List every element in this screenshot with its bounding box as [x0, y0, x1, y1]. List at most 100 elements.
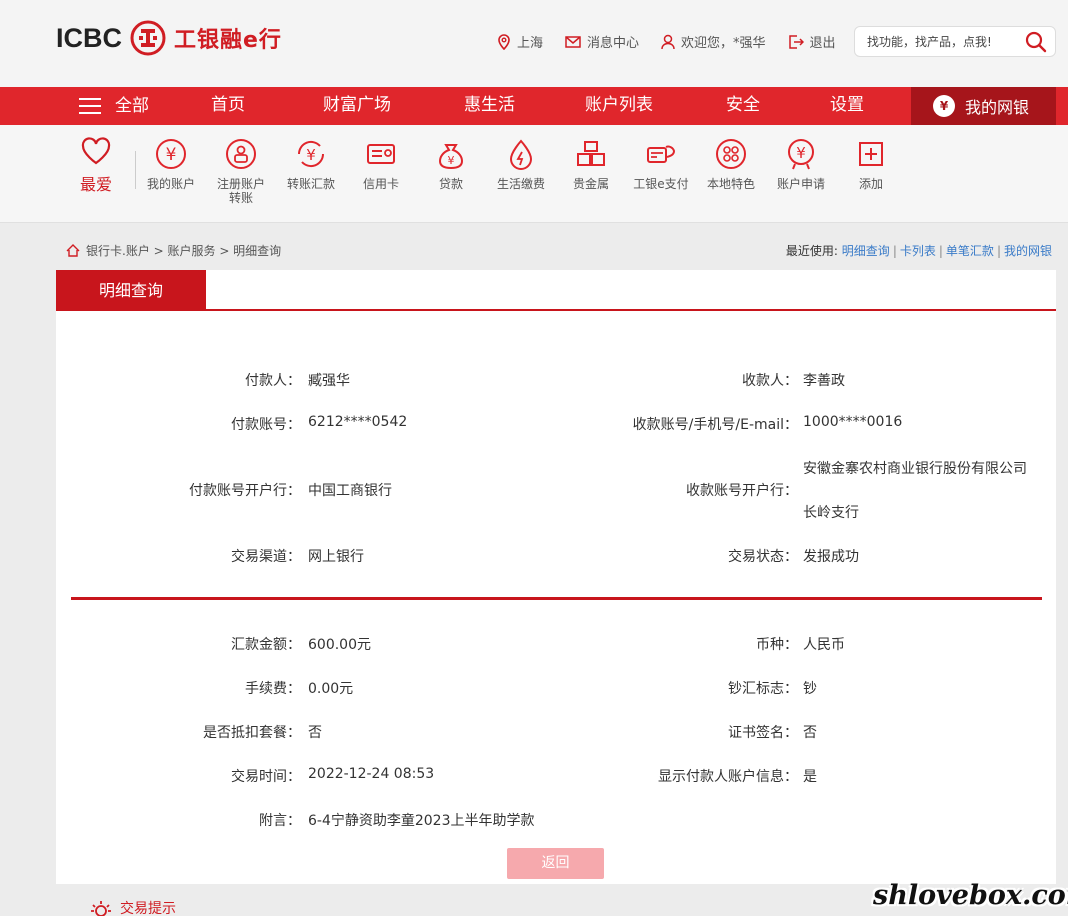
- transaction-tips[interactable]: 交易提示: [90, 898, 176, 916]
- amount-value: 600.00元: [308, 637, 371, 653]
- fee-label: 手续费：: [245, 681, 301, 697]
- favorites[interactable]: 最爱: [78, 137, 114, 195]
- user-welcome[interactable]: 欢迎您，*强华: [661, 32, 766, 51]
- payee-value: 李善政: [803, 373, 845, 389]
- nav-home[interactable]: 首页: [211, 87, 245, 125]
- quick-my-account[interactable]: ¥ 我的账户: [136, 137, 206, 191]
- quick-account-apply[interactable]: ¥ 账户申请: [766, 137, 836, 191]
- breadcrumb-path[interactable]: 银行卡.账户 > 账户服务 > 明细查询: [86, 242, 281, 259]
- recently-used: 最近使用: 明细查询 | 卡列表 | 单笔汇款 | 我的网银: [785, 244, 1052, 258]
- quick-label: 工银e支付: [633, 177, 689, 191]
- quick-transfer[interactable]: ¥ 转账汇款: [276, 137, 346, 191]
- nav-settings[interactable]: 设置: [830, 87, 864, 125]
- nav-all-menu[interactable]: 全部: [79, 87, 149, 125]
- home-icon[interactable]: [66, 244, 80, 257]
- logout-label: 退出: [809, 36, 836, 51]
- search-icon[interactable]: [1025, 31, 1047, 53]
- quick-label: 生活缴费: [496, 177, 545, 191]
- payee-account-label: 收款账号/手机号/E-mail：: [632, 417, 798, 433]
- top-header: ICBC 工银融e行 上海 消息中心 欢迎您，*强华 退出: [0, 0, 1068, 87]
- payer-bank-value: 中国工商银行: [308, 483, 392, 499]
- amount-label: 汇款金额：: [231, 637, 301, 653]
- quick-local[interactable]: 本地特色: [696, 137, 766, 191]
- nav-life[interactable]: 惠生活: [464, 87, 515, 125]
- payer-account-value: 6212****0542: [308, 414, 408, 430]
- epay-icon: [647, 145, 676, 163]
- svg-text:¥: ¥: [448, 154, 455, 167]
- logout-icon: [788, 34, 804, 49]
- money-bag-icon: ¥: [933, 95, 955, 117]
- breadcrumb: 银行卡.账户 > 账户服务 > 明细查询: [66, 242, 281, 259]
- section-divider: [71, 597, 1042, 600]
- messages-label: 消息中心: [587, 36, 640, 51]
- my-bank-label: 我的网银: [965, 98, 1030, 117]
- back-button[interactable]: 返回: [507, 848, 604, 879]
- quick-epay[interactable]: 工银e支付: [626, 137, 696, 191]
- credit-card-icon: [367, 144, 395, 164]
- utility-drop-icon: [509, 139, 533, 170]
- user-icon: [661, 34, 675, 49]
- logout-link[interactable]: 退出: [788, 32, 836, 51]
- payer-bank-label: 付款账号开户行：: [189, 483, 301, 499]
- nav-all-label: 全部: [115, 96, 149, 116]
- memo-label: 附言：: [259, 813, 301, 829]
- quick-utility[interactable]: 生活缴费: [486, 137, 556, 191]
- recent-link-single-remit[interactable]: 单笔汇款: [946, 244, 994, 258]
- quick-label: 注册账户 转账: [216, 177, 265, 205]
- my-bank-button[interactable]: ¥ 我的网银: [911, 87, 1056, 125]
- nav-security[interactable]: 安全: [726, 87, 760, 125]
- quick-label: 转账汇款: [286, 177, 335, 191]
- channel-label: 交易渠道：: [231, 549, 301, 565]
- nav-accounts[interactable]: 账户列表: [585, 87, 653, 125]
- cert-value: 否: [803, 725, 817, 741]
- logo-cn: 工银融e行: [174, 28, 282, 53]
- quick-precious-metal[interactable]: 贵金属: [556, 137, 626, 191]
- messages-link[interactable]: 消息中心: [565, 32, 639, 51]
- location-link[interactable]: 上海: [497, 32, 543, 51]
- quick-registered-transfer[interactable]: 注册账户 转账: [206, 137, 276, 205]
- svg-text:¥: ¥: [166, 145, 177, 165]
- lightbulb-icon: [91, 901, 111, 916]
- quick-add[interactable]: 添加: [836, 137, 906, 191]
- recent-link-my-bank[interactable]: 我的网银: [1004, 244, 1052, 258]
- main-nav: 全部 首页 财富广场 惠生活 账户列表 安全 设置 ¥ 我的网银: [0, 87, 1068, 125]
- package-label: 是否抵扣套餐：: [203, 725, 301, 741]
- recent-link-detail-query[interactable]: 明细查询: [842, 244, 890, 258]
- quick-label: 账户申请: [776, 177, 825, 191]
- icbc-logo[interactable]: ICBC 工银融e行: [56, 20, 282, 56]
- status-label: 交易状态：: [728, 549, 798, 565]
- payer-label: 付款人：: [245, 373, 301, 389]
- quick-label: 贷款: [438, 177, 463, 191]
- time-label: 交易时间：: [231, 769, 301, 785]
- detail-panel: 明细查询 付款人： 臧强华 收款人： 李善政 付款账号： 6212****054…: [56, 270, 1056, 884]
- payee-bank-label: 收款账号开户行：: [686, 483, 798, 499]
- quick-loan[interactable]: ¥ 贷款: [416, 137, 486, 191]
- tips-label: 交易提示: [120, 901, 176, 916]
- cert-label: 证书签名：: [728, 725, 798, 741]
- account-apply-icon: ¥: [788, 139, 814, 170]
- registered-transfer-icon: [226, 139, 256, 169]
- payee-label: 收款人：: [742, 373, 798, 389]
- status-value: 发报成功: [803, 549, 859, 565]
- favorites-label: 最爱: [79, 175, 112, 194]
- local-icon: [716, 139, 746, 169]
- location-pin-icon: [498, 33, 510, 50]
- search-input[interactable]: [855, 27, 1015, 56]
- yen-circle-icon: ¥: [156, 139, 186, 169]
- logo-en: ICBC: [56, 22, 122, 53]
- quick-label: 添加: [858, 177, 883, 191]
- quick-label: 信用卡: [362, 177, 399, 191]
- mail-icon: [565, 35, 581, 48]
- quick-credit-card[interactable]: 信用卡: [346, 137, 416, 191]
- svg-text:¥: ¥: [796, 144, 806, 162]
- gold-bars-icon: [577, 141, 605, 166]
- recent-link-card-list[interactable]: 卡列表: [900, 244, 936, 258]
- row-bank: 付款账号开户行： 中国工商银行 收款账号开户行： 安徽金寨农村商业银行股份有限公…: [56, 458, 1056, 524]
- panel-title-tab[interactable]: 明细查询: [56, 270, 206, 311]
- payee-account-value: 1000****0016: [803, 414, 903, 430]
- channel-value: 网上银行: [308, 549, 364, 565]
- recent-label: 最近使用:: [785, 244, 838, 258]
- payer-value: 臧强华: [308, 373, 350, 389]
- svg-text:¥: ¥: [306, 146, 316, 164]
- nav-wealth[interactable]: 财富广场: [323, 87, 391, 125]
